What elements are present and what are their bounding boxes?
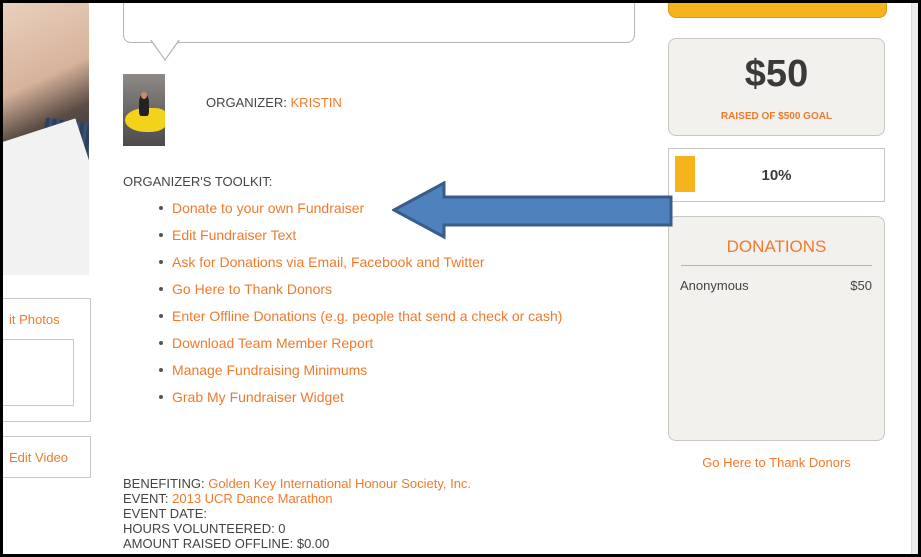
fundraiser-info: BENEFITING: Golden Key International Hon…	[123, 476, 471, 551]
donate-button-strip[interactable]	[668, 3, 887, 18]
donations-panel: DONATIONS Anonymous $50	[668, 216, 885, 441]
toolkit-item: Ask for Donations via Email, Facebook an…	[155, 253, 585, 271]
raised-goal-text: RAISED OF $500 GOAL	[720, 111, 833, 122]
page-scroll-edge	[911, 3, 918, 554]
toolkit-item: Download Team Member Report	[155, 334, 585, 352]
progress-bar: 10%	[668, 148, 885, 202]
benefiting-line: BENEFITING: Golden Key International Hon…	[123, 476, 471, 491]
story-speech-bubble	[123, 3, 635, 43]
toolkit-item: Manage Fundraising Minimums	[155, 361, 585, 379]
toolkit-title: ORGANIZER'S TOOLKIT:	[123, 174, 273, 189]
edit-photos-link[interactable]: it Photos	[9, 312, 60, 327]
raised-amount: $50	[744, 53, 809, 95]
event-line: EVENT: 2013 UCR Dance Marathon	[123, 491, 471, 506]
raised-summary: $50 RAISED OF $500 GOAL	[668, 38, 885, 136]
edit-photos-panel: it Photos	[3, 298, 91, 422]
organizer-line: ORGANIZER: KRISTIN	[206, 95, 342, 110]
thank-donors-side-link[interactable]: Go Here to Thank Donors	[668, 455, 885, 470]
download-report-link[interactable]: Download Team Member Report	[172, 335, 373, 351]
annotation-arrow-shape	[392, 181, 673, 240]
donor-amount: $50	[850, 278, 872, 293]
fundraiser-photo	[3, 3, 89, 275]
screenshot-frame: it Photos Edit Video ORGANIZER: KRISTIN …	[0, 0, 921, 557]
toolkit-item: Enter Offline Donations (e.g. people tha…	[155, 307, 585, 325]
photo-thumbnail-slot	[3, 339, 74, 406]
edit-video-link[interactable]: Edit Video	[9, 450, 68, 465]
organizer-avatar[interactable]	[123, 74, 165, 146]
toolkit-item: Go Here to Thank Donors	[155, 280, 585, 298]
amount-raised-offline-line: AMOUNT RAISED OFFLINE: $0.00	[123, 536, 330, 551]
edit-fundraiser-text-link[interactable]: Edit Fundraiser Text	[172, 227, 296, 243]
grab-widget-link[interactable]: Grab My Fundraiser Widget	[172, 389, 344, 405]
progress-percent: 10%	[761, 167, 792, 184]
donations-title: DONATIONS	[726, 237, 827, 256]
event-date-line: EVENT DATE:	[123, 506, 208, 521]
organizer-name-link[interactable]: KRISTIN	[291, 95, 342, 110]
photo-shirt	[3, 118, 89, 275]
donations-divider	[681, 265, 872, 266]
hours-volunteered-line: HOURS VOLUNTEERED: 0	[123, 521, 286, 536]
thank-donors-link[interactable]: Go Here to Thank Donors	[172, 281, 332, 297]
benefiting-link[interactable]: Golden Key International Honour Society,…	[208, 476, 471, 491]
manage-minimums-link[interactable]: Manage Fundraising Minimums	[172, 362, 367, 378]
enter-offline-donations-link[interactable]: Enter Offline Donations (e.g. people tha…	[172, 308, 562, 324]
avatar-face	[141, 92, 147, 99]
donate-own-fundraiser-link[interactable]: Donate to your own Fundraiser	[172, 200, 364, 216]
toolkit-item: Grab My Fundraiser Widget	[155, 388, 585, 406]
speech-bubble-tail	[150, 39, 180, 61]
annotation-arrow	[392, 181, 673, 240]
organizer-label: ORGANIZER:	[206, 95, 291, 110]
donor-name: Anonymous	[680, 278, 749, 293]
event-link[interactable]: 2013 UCR Dance Marathon	[172, 491, 332, 506]
event-label: EVENT:	[123, 491, 173, 506]
edit-video-panel: Edit Video	[3, 436, 91, 478]
ask-for-donations-link[interactable]: Ask for Donations via Email, Facebook an…	[172, 254, 485, 270]
benefiting-label: BENEFITING:	[123, 476, 209, 491]
